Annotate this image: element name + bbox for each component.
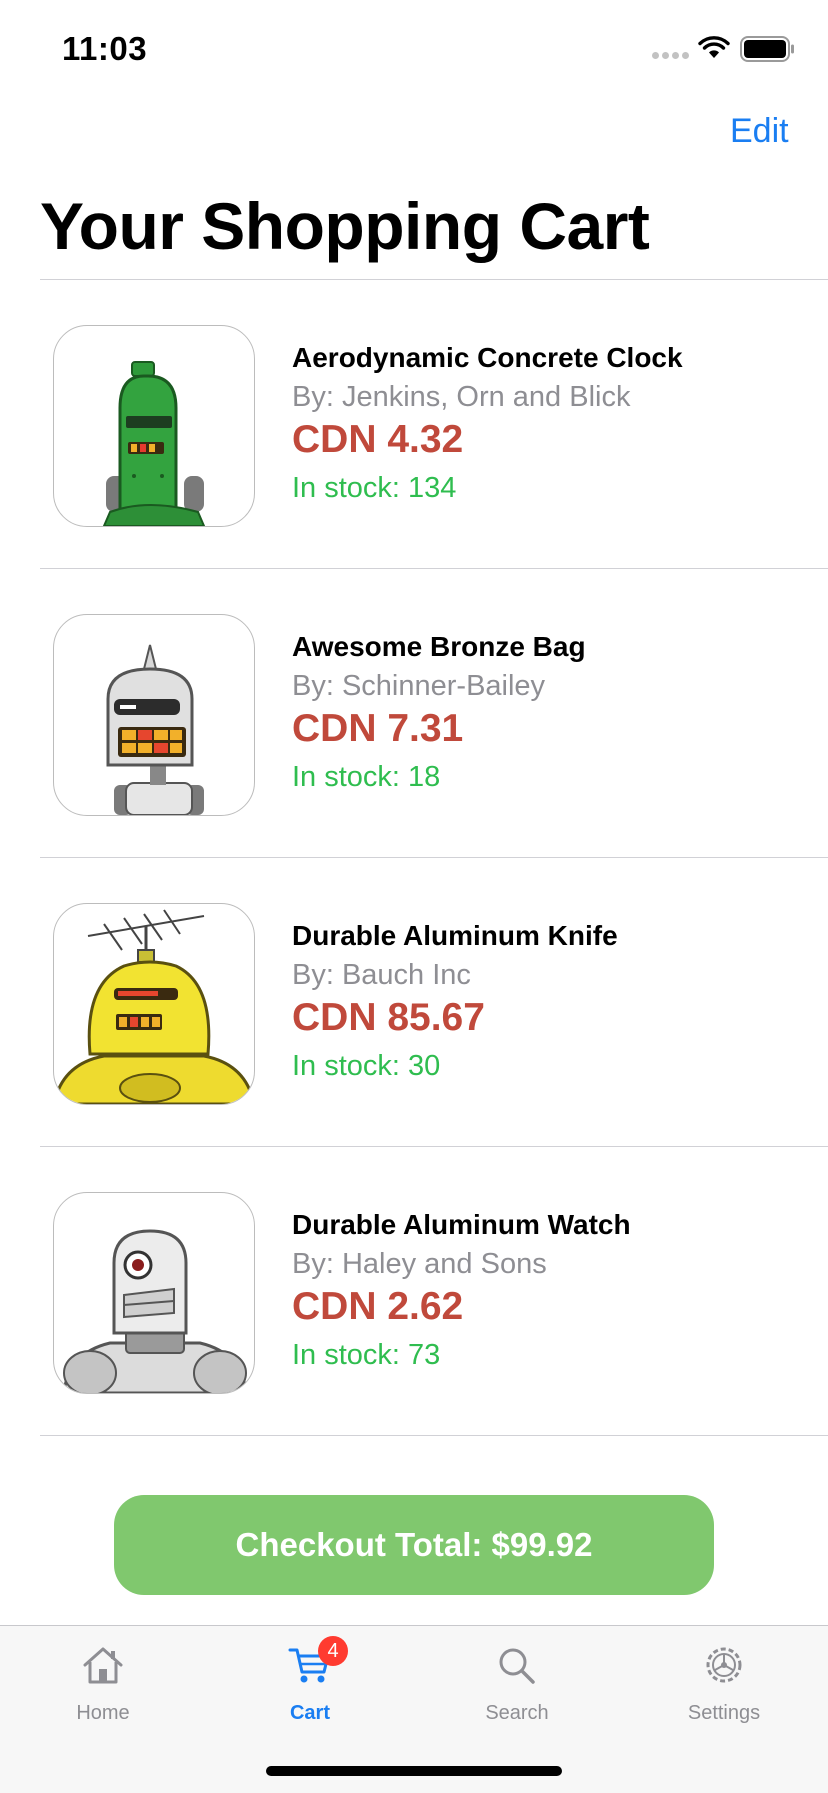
status-bar: 11:03 [0, 0, 828, 100]
product-name: Durable Aluminum Knife [292, 920, 618, 951]
product-price: CDN 2.62 [292, 1285, 464, 1328]
product-image [53, 614, 255, 816]
wifi-icon [698, 36, 730, 58]
product-vendor: By: Haley and Sons [292, 1248, 547, 1280]
settings-icon [706, 1647, 742, 1683]
green-robot-illustration [102, 361, 206, 526]
edit-button[interactable]: Edit [730, 112, 789, 151]
list-divider [40, 1435, 828, 1436]
product-image [53, 903, 255, 1105]
tab-home[interactable]: Home [33, 1644, 173, 1725]
product-name: Awesome Bronze Bag [292, 631, 586, 662]
cellular-signal-icon [652, 52, 689, 59]
tab-search[interactable]: Search [447, 1644, 587, 1725]
product-price: CDN 85.67 [292, 996, 485, 1039]
cart-item[interactable]: Durable Aluminum Knife By: Bauch Inc CDN… [40, 858, 828, 1146]
search-icon [499, 1648, 535, 1684]
cart-badge: 4 [318, 1636, 348, 1666]
tab-settings[interactable]: Settings [654, 1644, 794, 1725]
product-image [53, 325, 255, 527]
product-vendor: By: Bauch Inc [292, 959, 471, 991]
tab-cart[interactable]: 4 Cart [240, 1636, 380, 1725]
product-vendor: By: Schinner-Bailey [292, 670, 546, 702]
home-indicator [266, 1766, 562, 1776]
product-name: Durable Aluminum Watch [292, 1209, 631, 1240]
product-image [53, 1192, 255, 1394]
product-price: CDN 4.32 [292, 418, 464, 461]
product-price: CDN 7.31 [292, 707, 464, 750]
product-stock: In stock: 30 [292, 1050, 441, 1082]
tab-label: Cart [289, 1702, 330, 1724]
status-time: 11:03 [62, 30, 148, 67]
checkout-button[interactable]: Checkout Total: $99.92 [114, 1495, 714, 1595]
tab-label: Home [76, 1702, 130, 1724]
product-stock: In stock: 18 [292, 761, 441, 793]
cart-item[interactable]: Awesome Bronze Bag By: Schinner-Bailey C… [40, 569, 828, 857]
home-icon [83, 1647, 123, 1684]
product-vendor: By: Jenkins, Orn and Blick [292, 381, 631, 413]
product-stock: In stock: 134 [292, 472, 457, 504]
product-stock: In stock: 73 [292, 1339, 441, 1371]
cart-list: Aerodynamic Concrete Clock By: Jenkins, … [40, 279, 828, 1436]
product-name: Aerodynamic Concrete Clock [292, 342, 683, 373]
yellow-antenna-robot-illustration [54, 909, 254, 1104]
battery-icon [740, 36, 794, 62]
tab-label: Search [485, 1702, 549, 1724]
cart-item[interactable]: Durable Aluminum Watch By: Haley and Son… [40, 1147, 828, 1435]
cart-item[interactable]: Aerodynamic Concrete Clock By: Jenkins, … [40, 280, 828, 568]
silver-spike-robot-illustration [106, 644, 204, 815]
grey-cyclops-robot-illustration [62, 1229, 248, 1393]
page-title: Your Shopping Cart [40, 189, 650, 263]
tab-label: Settings [687, 1702, 761, 1724]
